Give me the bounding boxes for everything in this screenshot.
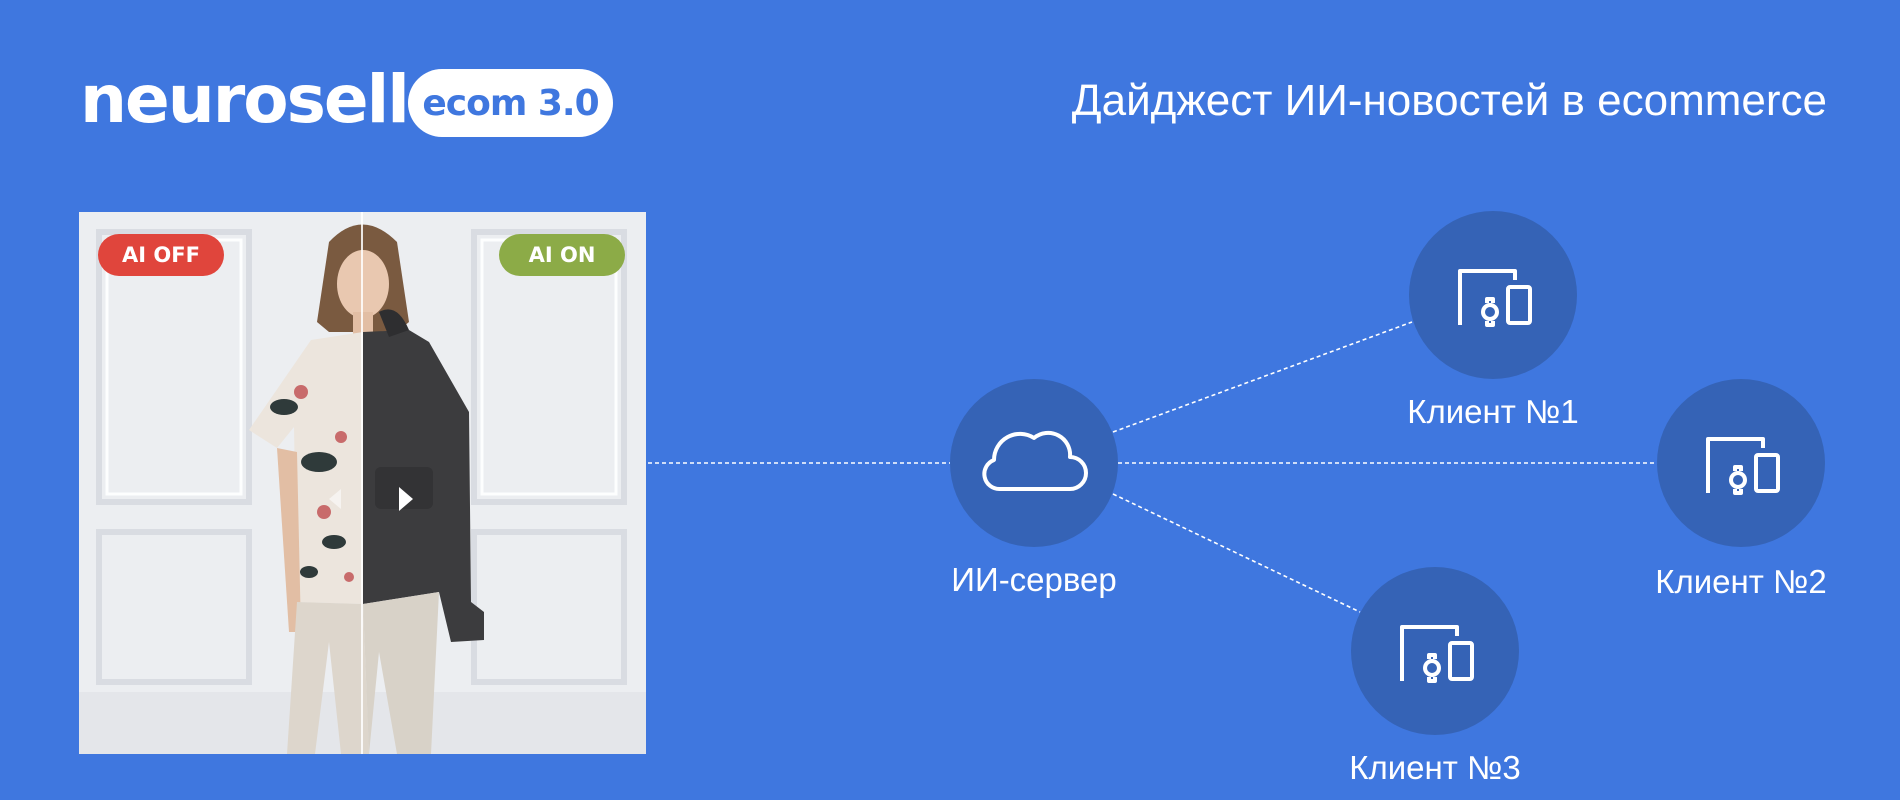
client-3-label: Клиент №3	[1349, 749, 1521, 786]
server-to-client-1-connector	[1112, 321, 1413, 433]
ai-server-node	[950, 379, 1118, 547]
server-to-client-3-connector	[1112, 493, 1361, 613]
client-3-node	[1351, 567, 1519, 735]
client-1-node	[1409, 211, 1577, 379]
network-diagram	[648, 211, 1825, 735]
client-1-label: Клиент №1	[1407, 393, 1579, 430]
client-2-label: Клиент №2	[1655, 563, 1827, 600]
ai-server-label: ИИ-сервер	[951, 561, 1117, 598]
client-2-node	[1657, 379, 1825, 547]
